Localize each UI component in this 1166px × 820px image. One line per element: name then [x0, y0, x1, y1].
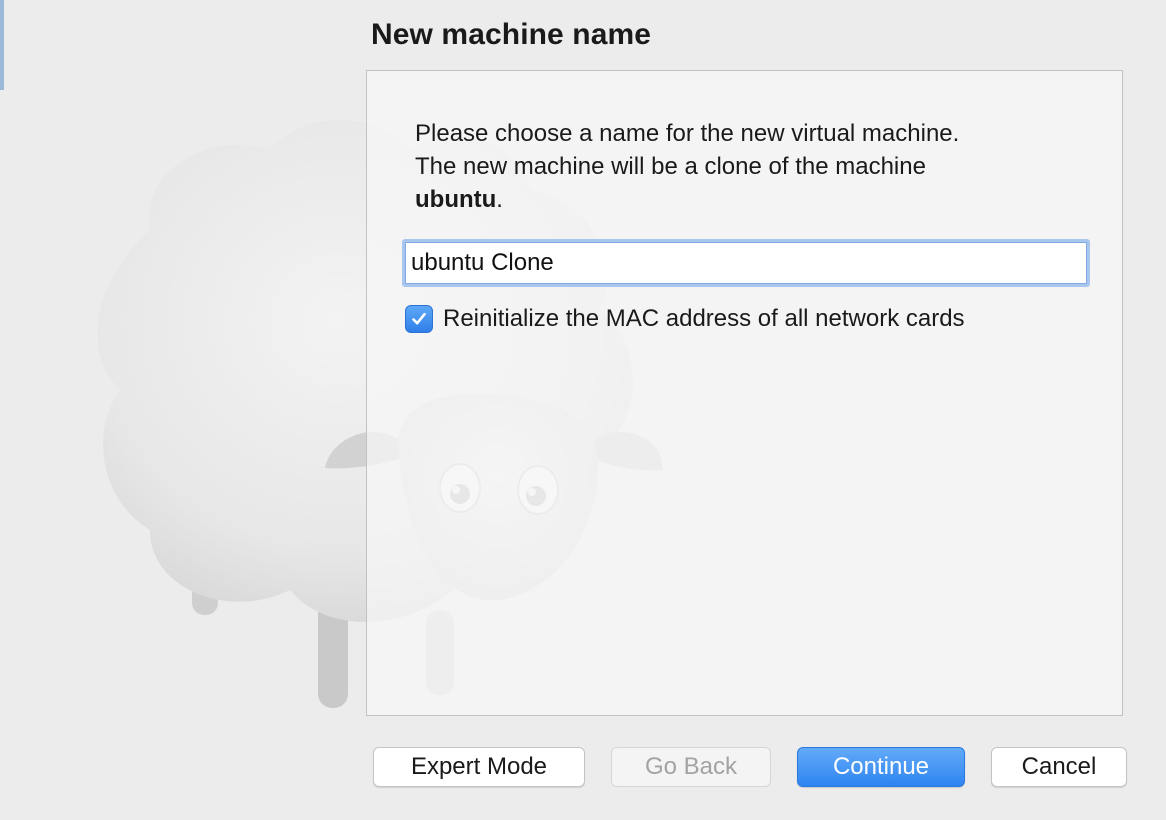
- window-edge: [0, 0, 4, 90]
- continue-button[interactable]: Continue: [797, 747, 965, 787]
- description-period: .: [496, 186, 503, 213]
- mac-reinit-label[interactable]: Reinitialize the MAC address of all netw…: [443, 305, 965, 333]
- content-panel: Please choose a name for the new virtual…: [366, 70, 1123, 716]
- description-text: Please choose a name for the new virtual…: [415, 117, 1095, 216]
- description-line-1: Please choose a name for the new virtual…: [415, 120, 960, 147]
- cancel-button[interactable]: Cancel: [991, 747, 1127, 787]
- source-machine-name: ubuntu: [415, 186, 497, 213]
- expert-mode-button[interactable]: Expert Mode: [373, 747, 585, 787]
- go-back-button[interactable]: Go Back: [611, 747, 771, 787]
- mac-reinit-option[interactable]: Reinitialize the MAC address of all netw…: [405, 305, 965, 333]
- page-title: New machine name: [371, 18, 652, 51]
- machine-name-input[interactable]: [405, 242, 1087, 284]
- checkmark-icon: [412, 312, 426, 325]
- description-line-2: The new machine will be a clone of the m…: [415, 153, 926, 180]
- clone-vm-wizard: New machine name Please choose a name fo…: [0, 0, 1166, 820]
- mac-reinit-checkbox[interactable]: [405, 305, 433, 333]
